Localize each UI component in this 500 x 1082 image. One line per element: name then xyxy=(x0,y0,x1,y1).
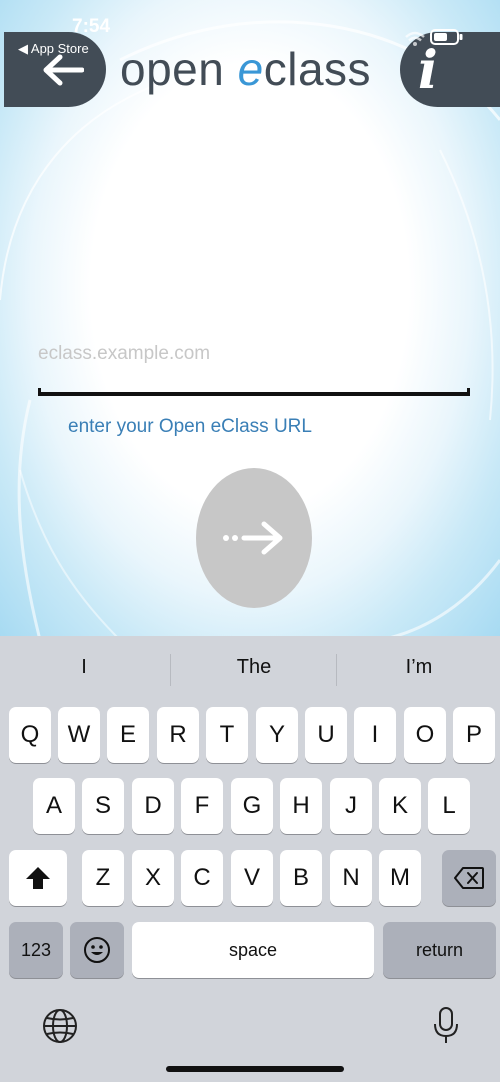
key-t[interactable]: T xyxy=(206,707,248,763)
go-button[interactable] xyxy=(196,468,312,608)
key-s[interactable]: S xyxy=(82,778,124,834)
key-g[interactable]: G xyxy=(231,778,273,834)
key-a[interactable]: A xyxy=(33,778,75,834)
key-k[interactable]: K xyxy=(379,778,421,834)
suggestion-divider xyxy=(336,654,337,686)
microphone-icon xyxy=(434,1007,458,1043)
dictation-button[interactable] xyxy=(432,1006,460,1051)
shift-key[interactable] xyxy=(9,850,67,906)
key-l[interactable]: L xyxy=(428,778,470,834)
emoji-key[interactable] xyxy=(70,922,124,978)
arrow-left-icon xyxy=(43,54,84,86)
key-y[interactable]: Y xyxy=(256,707,298,763)
suggestion-divider xyxy=(170,654,171,686)
home-indicator xyxy=(166,1066,344,1072)
return-key[interactable]: return xyxy=(383,922,496,978)
key-p[interactable]: P xyxy=(453,707,495,763)
key-x[interactable]: X xyxy=(132,850,174,906)
arrow-right-icon xyxy=(223,521,283,555)
key-j[interactable]: J xyxy=(330,778,372,834)
key-e[interactable]: E xyxy=(107,707,149,763)
keyboard: I The I’m Q W E R T Y U I O P A S D F G … xyxy=(0,636,500,1082)
key-w[interactable]: W xyxy=(58,707,100,763)
globe-icon xyxy=(43,1009,77,1043)
key-r[interactable]: R xyxy=(157,707,199,763)
status-time: 7:54 xyxy=(72,16,111,37)
screen: open eclass i 7:54 ◀ App Store enter you… xyxy=(0,0,500,1082)
key-z[interactable]: Z xyxy=(82,850,124,906)
app-store-back-link[interactable]: ◀ App Store xyxy=(18,41,89,57)
key-u[interactable]: U xyxy=(305,707,347,763)
wifi-icon xyxy=(405,31,425,46)
suggestion-3[interactable]: I’m xyxy=(338,656,500,679)
suggestion-1[interactable]: I xyxy=(0,656,168,679)
key-b[interactable]: B xyxy=(280,850,322,906)
suggestion-bar: I The I’m xyxy=(0,636,500,704)
key-c[interactable]: C xyxy=(181,850,223,906)
url-hint: enter your Open eClass URL xyxy=(68,416,312,437)
key-i[interactable]: I xyxy=(354,707,396,763)
status-bar: 7:54 ◀ App Store xyxy=(0,0,500,58)
key-h[interactable]: H xyxy=(280,778,322,834)
numbers-key[interactable]: 123 xyxy=(9,922,63,978)
status-icons xyxy=(404,28,464,50)
key-o[interactable]: O xyxy=(404,707,446,763)
battery-icon xyxy=(430,29,463,45)
key-n[interactable]: N xyxy=(330,850,372,906)
globe-button[interactable] xyxy=(42,1008,78,1049)
key-m[interactable]: M xyxy=(379,850,421,906)
url-input[interactable] xyxy=(38,332,470,376)
key-f[interactable]: F xyxy=(181,778,223,834)
backspace-key[interactable] xyxy=(442,850,496,906)
space-key[interactable]: space xyxy=(132,922,374,978)
key-v[interactable]: V xyxy=(231,850,273,906)
shift-icon xyxy=(26,867,50,889)
emoji-icon xyxy=(84,937,110,963)
key-d[interactable]: D xyxy=(132,778,174,834)
suggestion-2[interactable]: The xyxy=(172,656,336,679)
input-underline xyxy=(38,388,470,396)
backspace-icon xyxy=(454,867,484,889)
key-q[interactable]: Q xyxy=(9,707,51,763)
